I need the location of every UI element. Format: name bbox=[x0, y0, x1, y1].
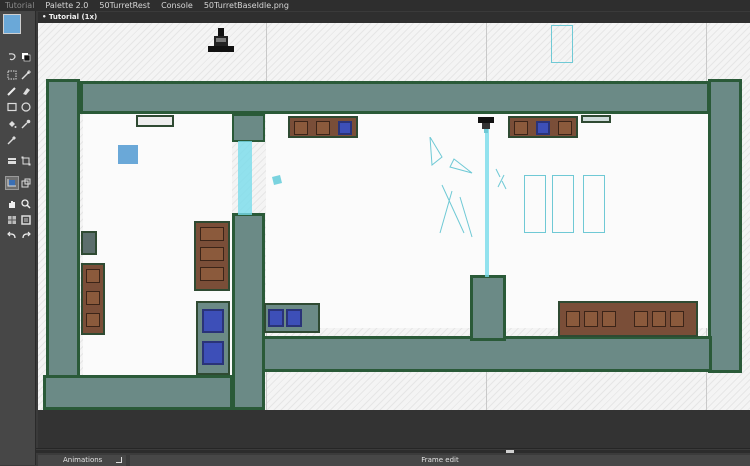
pencil-icon[interactable] bbox=[6, 85, 18, 97]
paste-icon[interactable] bbox=[20, 177, 32, 189]
frame-icon[interactable] bbox=[20, 214, 32, 226]
document-title: • Tutorial (1x) bbox=[38, 12, 750, 23]
cabinet-top[interactable] bbox=[508, 116, 578, 138]
wall-left[interactable] bbox=[46, 79, 80, 379]
eyedropper-icon[interactable] bbox=[20, 118, 32, 130]
spawn-marker[interactable] bbox=[118, 145, 138, 164]
grid-icon[interactable] bbox=[6, 214, 18, 226]
layer-icon[interactable] bbox=[6, 155, 18, 167]
tab-turret-base-idle[interactable]: 50TurretBaseIdle.png bbox=[199, 0, 295, 11]
resize-icon[interactable] bbox=[116, 457, 122, 463]
pillar-left[interactable] bbox=[232, 213, 265, 410]
magic-wand-icon[interactable] bbox=[20, 69, 32, 81]
vent[interactable] bbox=[581, 115, 611, 123]
animations-label: Animations bbox=[63, 456, 103, 464]
glass-debris bbox=[495, 168, 507, 190]
rectangle-icon[interactable] bbox=[6, 101, 18, 113]
glass-pane[interactable] bbox=[551, 25, 573, 63]
console-terminal[interactable] bbox=[81, 231, 97, 255]
cabinet-row[interactable] bbox=[558, 301, 698, 337]
hand-icon[interactable] bbox=[6, 198, 18, 210]
cabinet-top[interactable] bbox=[288, 116, 358, 138]
wall-bottom-left[interactable] bbox=[43, 375, 233, 410]
ellipse-icon[interactable] bbox=[20, 101, 32, 113]
primary-color-swatch[interactable] bbox=[3, 14, 21, 34]
emitter-block[interactable] bbox=[232, 114, 265, 142]
splitter-grip-icon[interactable] bbox=[506, 450, 514, 453]
laser-beam bbox=[238, 141, 252, 215]
undo-icon[interactable] bbox=[6, 230, 18, 242]
eraser-icon[interactable] bbox=[20, 85, 32, 97]
tile-stack[interactable] bbox=[196, 301, 230, 375]
zoom-icon[interactable] bbox=[20, 198, 32, 210]
cabinet-left[interactable] bbox=[81, 263, 105, 335]
level-canvas[interactable] bbox=[38, 23, 750, 410]
tab-turret-rest[interactable]: 50TurretRest bbox=[94, 0, 156, 11]
tab-console[interactable]: Console bbox=[156, 0, 199, 11]
tools-panel bbox=[0, 11, 36, 465]
color-picker-icon[interactable] bbox=[6, 134, 18, 146]
wall-right[interactable] bbox=[708, 79, 742, 373]
vent[interactable] bbox=[136, 115, 174, 127]
glass-debris bbox=[272, 175, 282, 185]
wall-top[interactable] bbox=[80, 81, 710, 114]
color-swap-icon[interactable] bbox=[20, 51, 32, 63]
tab-bar: Tutorial Palette 2.0 50TurretRest Consol… bbox=[0, 0, 750, 11]
cabinet-stack[interactable] bbox=[194, 221, 230, 291]
transform-icon[interactable] bbox=[20, 155, 32, 167]
canvas-footer-area bbox=[38, 410, 750, 448]
turret-ceiling-icon[interactable] bbox=[476, 117, 496, 133]
laser-beam bbox=[485, 127, 489, 277]
pillar-center[interactable] bbox=[470, 275, 506, 341]
fill-bucket-icon[interactable] bbox=[6, 118, 18, 130]
turret-sprite[interactable] bbox=[206, 28, 236, 58]
glass-pane[interactable] bbox=[583, 175, 605, 233]
lasso-icon[interactable] bbox=[6, 51, 18, 63]
tab-palette[interactable]: Palette 2.0 bbox=[40, 0, 94, 11]
select-rect-icon[interactable] bbox=[6, 69, 18, 81]
glass-pane[interactable] bbox=[552, 175, 574, 233]
broken-glass[interactable] bbox=[422, 137, 482, 247]
bottom-panel-bar: Animations Frame edit bbox=[36, 448, 750, 466]
wall-bottom[interactable] bbox=[262, 336, 712, 372]
tab-tutorial[interactable]: Tutorial bbox=[0, 0, 40, 11]
animations-panel-tab[interactable]: Animations bbox=[38, 455, 126, 466]
redo-icon[interactable] bbox=[20, 230, 32, 242]
panel-splitter[interactable] bbox=[36, 450, 750, 453]
frame-edit-panel-tab[interactable]: Frame edit bbox=[130, 455, 750, 466]
tile-row[interactable] bbox=[264, 303, 320, 333]
crop-icon[interactable] bbox=[5, 176, 19, 190]
glass-pane[interactable] bbox=[524, 175, 546, 233]
